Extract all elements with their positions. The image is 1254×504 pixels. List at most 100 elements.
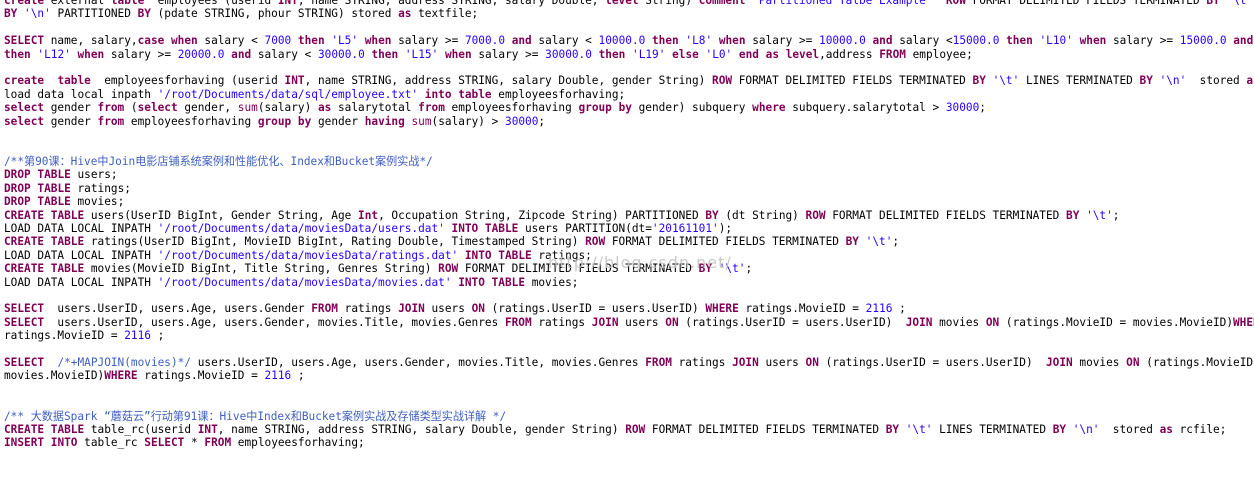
code-token: ratings — [671, 355, 733, 369]
code-line[interactable]: select gender from (select gender, sum(s… — [4, 101, 1254, 114]
code-line[interactable]: LOAD DATA LOCAL INPATH '/root/Documents/… — [4, 249, 1254, 262]
code-line[interactable]: /**第90课：Hive中Join电影店铺系统案例和性能优化、Index和Buc… — [4, 155, 1254, 168]
code-token: '20161101' — [651, 221, 719, 235]
code-line[interactable]: CREATE TABLE ratings(UserID BigInt, Movi… — [4, 235, 1254, 248]
code-token: '\t' — [718, 262, 746, 276]
code-line[interactable]: ​ — [4, 289, 1254, 302]
code-line[interactable]: ​ — [4, 343, 1254, 356]
code-token: '/root/Documents/data/sql/employee.txt' — [157, 87, 419, 101]
code-line[interactable]: CREATE TABLE users(UserID BigInt, Gender… — [4, 209, 1254, 222]
code-token: then — [4, 47, 31, 61]
code-token: when — [364, 34, 392, 48]
code-token: BY — [1052, 423, 1067, 436]
code-editor[interactable]: create external table employees (userid … — [0, 0, 1254, 504]
code-token: employees (userid — [144, 0, 278, 7]
code-line[interactable]: ​ — [4, 61, 1254, 74]
code-line[interactable]: ratings.MovieID = 2116 ; — [4, 329, 1254, 342]
code-token: CREATE — [4, 262, 45, 276]
code-line[interactable]: CREATE TABLE table_rc(userid INT, name S… — [4, 423, 1254, 436]
code-token: BY — [1066, 208, 1080, 222]
code-token: (ratings.UserID = users.UserID) — [484, 302, 706, 316]
code-line[interactable]: create table employeesforhaving (userid … — [4, 74, 1254, 87]
code-token: ON — [985, 315, 1000, 329]
code-line[interactable]: SELECT users.UserID, users.Age, users.Ge… — [4, 302, 1254, 315]
code-token: JOIN — [732, 355, 759, 369]
code-token: from — [97, 114, 125, 128]
code-token: FORMAT DELIMITED FIELDS TERMINATED — [605, 235, 846, 249]
code-line[interactable]: ​ — [4, 383, 1254, 396]
code-line[interactable]: DROP TABLE ratings; — [4, 182, 1254, 195]
code-token: DROP — [4, 168, 31, 182]
code-token: users — [758, 355, 806, 369]
code-token: as — [1246, 74, 1254, 88]
code-line[interactable]: ​ — [4, 21, 1254, 34]
code-token: LINES TERMINATED — [1019, 74, 1140, 88]
code-token: stored — [1186, 74, 1247, 88]
code-line[interactable]: SELECT users.UserID, users.Age, users.Ge… — [4, 316, 1254, 329]
code-line[interactable]: then 'L12' when salary >= 20000.0 and sa… — [4, 48, 1254, 61]
code-token: '\n' — [1159, 74, 1187, 88]
code-line[interactable]: BY '\n' PARTITIONED BY (pdate STRING, ph… — [4, 7, 1254, 20]
code-line[interactable]: ​ — [4, 128, 1254, 141]
code-token: group — [257, 114, 292, 128]
code-line[interactable]: CREATE TABLE movies(MovieID BigInt, Titl… — [4, 262, 1254, 275]
code-token: LOAD DATA LOCAL INPATH — [4, 221, 158, 235]
code-token: 15000.0 — [952, 34, 1000, 48]
code-token: then — [598, 47, 626, 61]
code-token: PARTITIONED — [50, 7, 138, 21]
code-line[interactable]: create external table employees (userid … — [4, 0, 1254, 7]
code-token: salary >= — [391, 34, 465, 48]
code-line[interactable]: select gender from employeesforhaving gr… — [4, 115, 1254, 128]
code-token: end — [738, 47, 759, 61]
code-line[interactable]: ​ — [4, 396, 1254, 409]
code-token: WHERE — [705, 302, 739, 316]
code-line[interactable]: LOAD DATA LOCAL INPATH '/root/Documents/… — [4, 222, 1254, 235]
code-token: movies(MovieID BigInt, Title String, Gen… — [84, 262, 439, 276]
code-line[interactable]: movies.MovieID)WHERE ratings.MovieID = 2… — [4, 369, 1254, 382]
code-token: SELECT — [4, 34, 45, 48]
code-token: ratings(UserID BigInt, MovieID BigInt, R… — [84, 235, 586, 249]
code-token: by — [618, 101, 632, 115]
code-line[interactable]: INSERT INTO table_rc SELECT * FROM emplo… — [4, 436, 1254, 449]
code-token: '\t' — [1086, 208, 1113, 222]
code-token: 7000.0 — [464, 34, 506, 48]
code-line[interactable]: SELECT /*+MAPJOIN(movies)*/ users.UserID… — [4, 356, 1254, 369]
code-token: then — [297, 34, 325, 48]
code-token: TABLE — [50, 208, 85, 222]
code-line[interactable]: ​ — [4, 141, 1254, 154]
code-token: ROW — [625, 423, 646, 436]
code-token: 30000.0 — [545, 47, 592, 61]
code-token: table_rc — [77, 436, 145, 450]
code-token: ; — [892, 235, 900, 249]
code-line[interactable]: SELECT name, salary,case when salary < 7… — [4, 34, 1254, 47]
code-token: from — [418, 101, 445, 115]
code-token: ; — [1112, 208, 1120, 222]
code-token: select — [4, 101, 45, 115]
code-token: ROW — [712, 74, 733, 88]
code-token: , Occupation String, Zipcode String) PAR… — [378, 208, 706, 222]
code-token: BY — [705, 208, 719, 222]
code-line[interactable]: DROP TABLE users; — [4, 168, 1254, 181]
code-token: comment — [698, 0, 746, 7]
code-token: level — [785, 47, 820, 61]
code-token: select — [4, 114, 45, 128]
code-line[interactable]: LOAD DATA LOCAL INPATH '/root/Documents/… — [4, 276, 1254, 289]
code-token: CREATE — [4, 208, 45, 222]
code-text-area[interactable]: create external table employees (userid … — [0, 0, 1254, 450]
code-token: employeesforhaving (userid — [90, 74, 285, 88]
code-line[interactable]: load data local inpath '/root/Documents/… — [4, 88, 1254, 101]
code-token: FROM — [204, 436, 232, 450]
code-token: salary < — [197, 34, 265, 48]
code-line[interactable]: /** 大数据Spark “蘑菇云”行动第91课：Hive中Index和Buck… — [4, 410, 1254, 423]
code-token: ratings — [531, 315, 592, 329]
code-line[interactable]: DROP TABLE movies; — [4, 195, 1254, 208]
code-token: DROP — [4, 181, 31, 195]
